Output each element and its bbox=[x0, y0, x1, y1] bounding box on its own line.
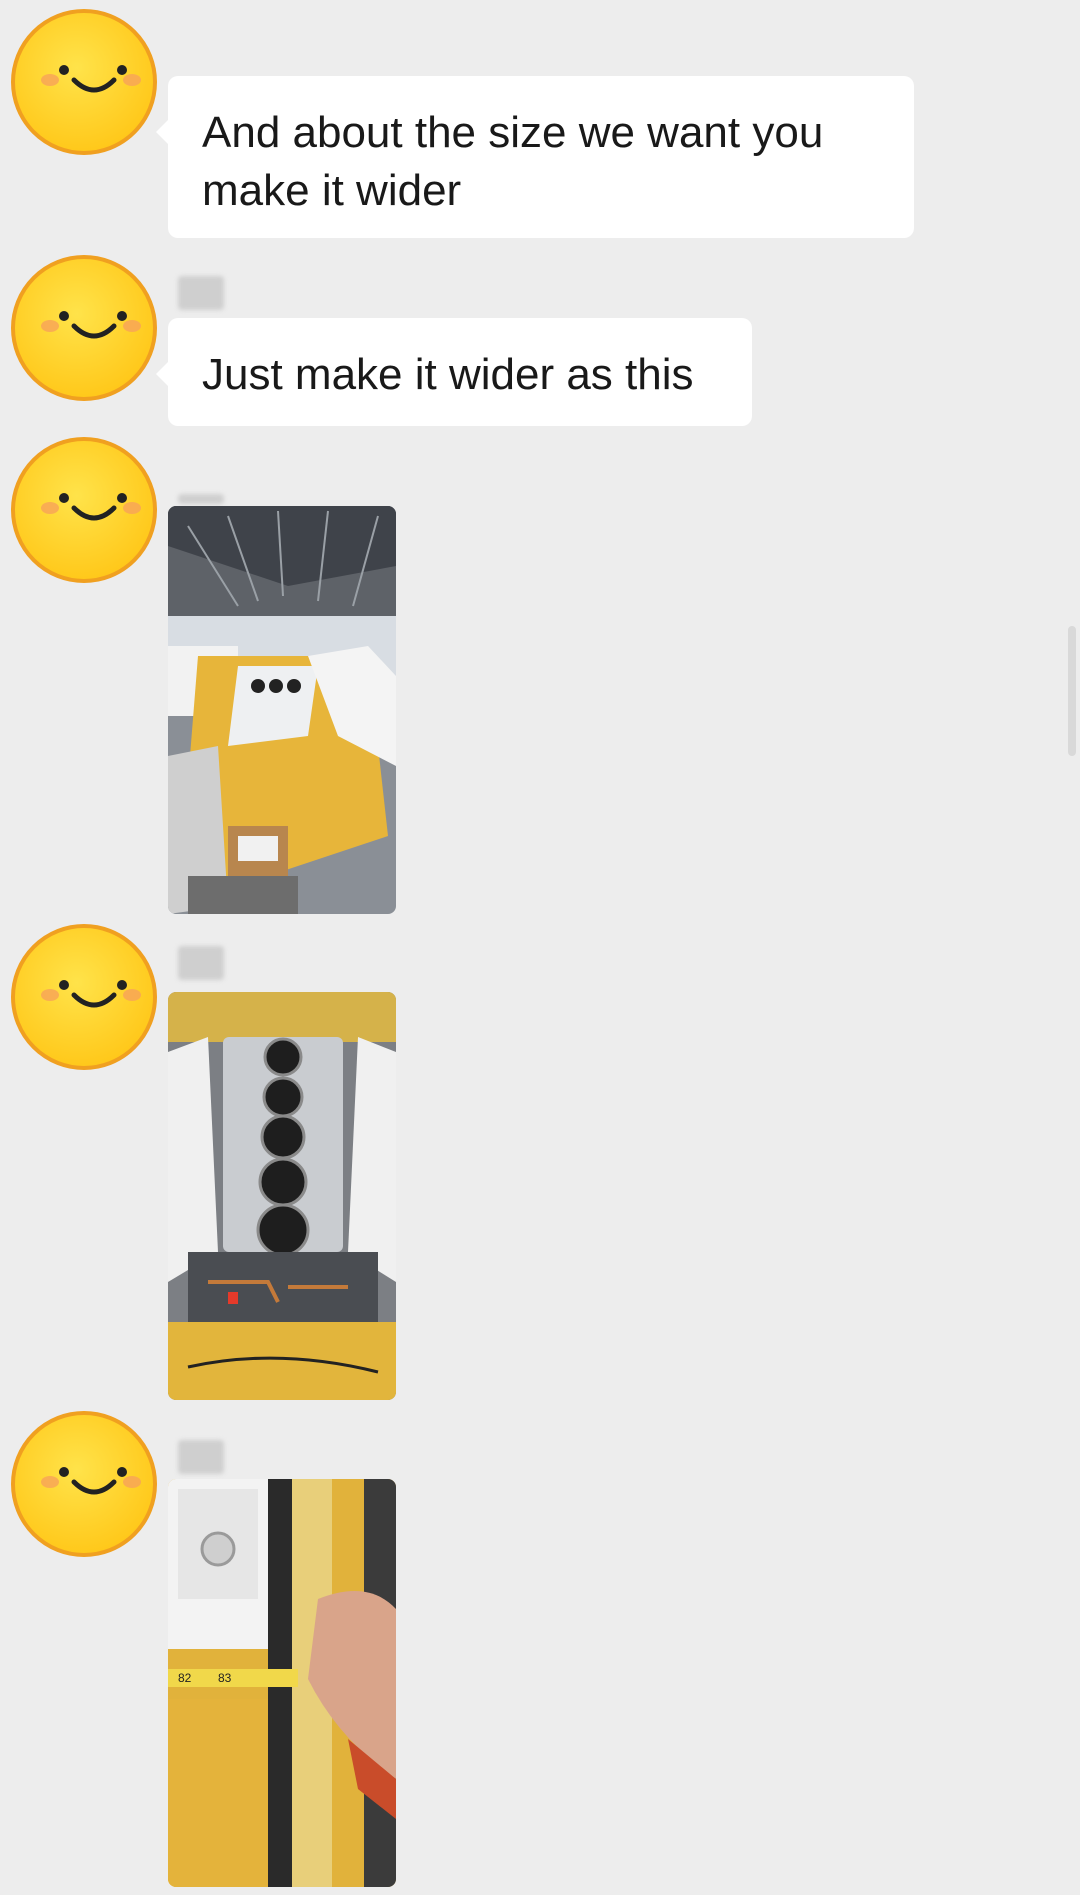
tape-label-83: 83 bbox=[218, 1671, 232, 1685]
sender-name-blurred bbox=[178, 276, 224, 310]
smiley-face-avatar-icon bbox=[10, 923, 158, 1071]
smiley-face-avatar-icon bbox=[10, 1410, 158, 1558]
image-message-tape-measure[interactable]: 82 83 bbox=[168, 1479, 396, 1887]
message-bubble[interactable]: And about the size we want you make it w… bbox=[156, 76, 914, 238]
smiley-face-avatar-icon bbox=[10, 254, 158, 402]
sender-name-blurred bbox=[178, 494, 224, 504]
smiley-face-avatar-icon bbox=[10, 436, 158, 584]
sender-avatar[interactable] bbox=[10, 436, 158, 584]
image-message-workshop[interactable] bbox=[168, 506, 396, 914]
ac-unit-fans-photo bbox=[168, 992, 396, 1400]
image-message-ac-unit[interactable] bbox=[168, 992, 396, 1400]
message-text: Just make it wider as this bbox=[202, 350, 694, 399]
message-text: And about the size we want you make it w… bbox=[202, 108, 824, 215]
sender-name-blurred bbox=[178, 1440, 224, 1474]
smiley-face-avatar-icon bbox=[10, 8, 158, 156]
sender-avatar[interactable] bbox=[10, 8, 158, 156]
scrollbar[interactable] bbox=[1068, 626, 1076, 756]
message-bubble[interactable]: Just make it wider as this bbox=[156, 318, 752, 426]
sender-avatar[interactable] bbox=[10, 923, 158, 1071]
workshop-bus-roof-photo bbox=[168, 506, 396, 914]
tape-label-82: 82 bbox=[178, 1671, 192, 1685]
sender-avatar[interactable] bbox=[10, 254, 158, 402]
sender-avatar[interactable] bbox=[10, 1410, 158, 1558]
tape-measure-photo: 82 83 bbox=[168, 1479, 396, 1887]
sender-name-blurred bbox=[178, 946, 224, 980]
